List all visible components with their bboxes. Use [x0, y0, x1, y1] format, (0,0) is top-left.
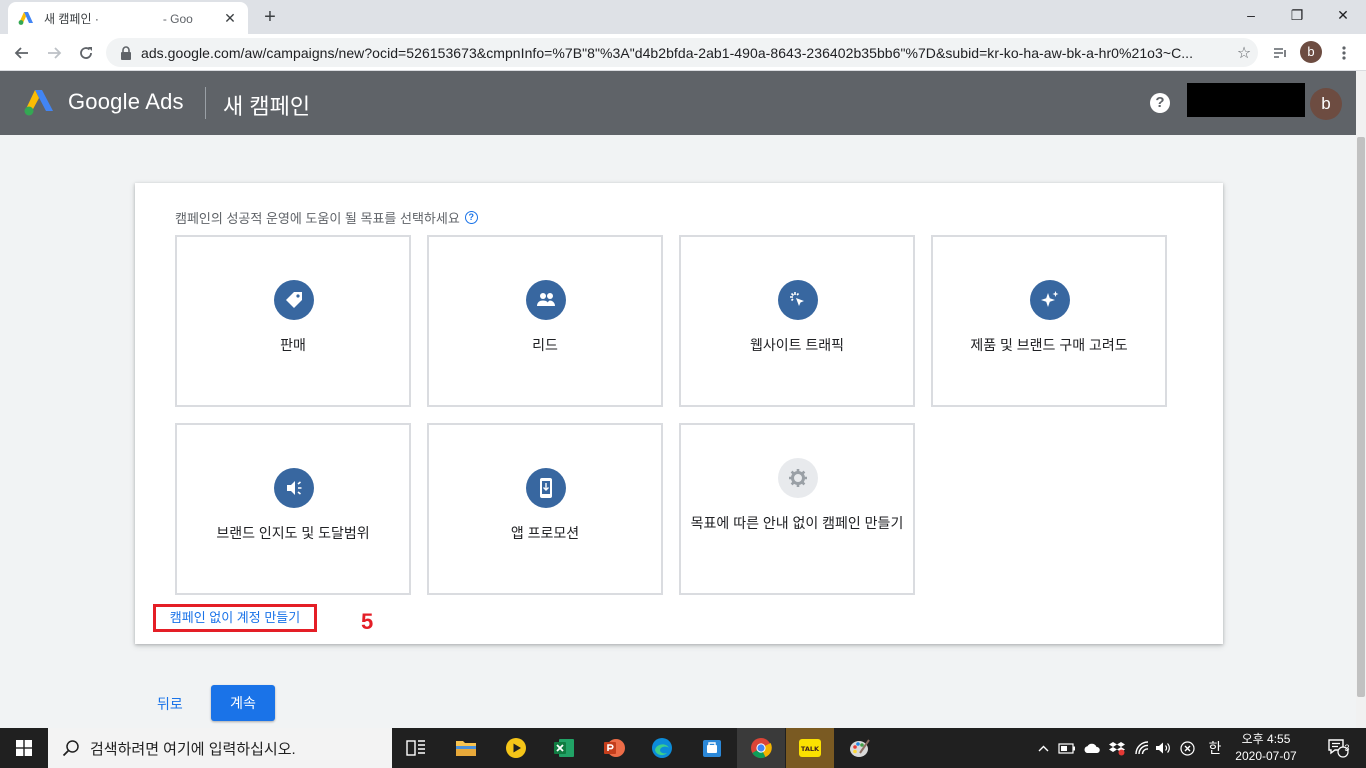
taskbar-clock[interactable]: 오후 4:55 2020-07-07: [1232, 731, 1300, 765]
google-ads-favicon-icon: [18, 12, 33, 25]
help-icon[interactable]: ?: [1150, 93, 1170, 113]
goal-label: 앱 프로모션: [510, 525, 580, 541]
media-queue-icon[interactable]: [1266, 39, 1294, 67]
taskbar-search-placeholder: 검색하려면 여기에 입력하십시오.: [90, 740, 296, 758]
wifi-icon[interactable]: [1132, 728, 1152, 768]
tag-icon: [274, 280, 314, 320]
store-app-icon[interactable]: [688, 728, 736, 768]
bookmark-star-icon[interactable]: ☆: [1230, 43, 1258, 63]
help-circle-icon[interactable]: ?: [464, 211, 478, 224]
profile-avatar[interactable]: b: [1300, 41, 1322, 63]
volume-icon[interactable]: [1154, 728, 1174, 768]
google-ads-logo-icon: [24, 90, 53, 116]
goal-no-guidance[interactable]: 목표에 따른 안내 없이 캠페인 만들기: [679, 423, 915, 595]
browser-tab[interactable]: 새 캠페인 · - Goo ✕: [8, 2, 248, 34]
gear-icon: [778, 458, 818, 498]
goal-label: 브랜드 인지도 및 도달범위: [216, 525, 370, 541]
restore-button[interactable]: ❐: [1274, 0, 1320, 30]
lock-icon: [121, 45, 131, 60]
window-close-button[interactable]: ✕: [1320, 0, 1366, 30]
svg-text:TALK: TALK: [801, 745, 820, 753]
goal-label: 목표에 따른 안내 없이 캠페인 만들기: [690, 515, 904, 531]
file-explorer-icon[interactable]: [442, 728, 490, 768]
scrollbar-thumb[interactable]: [1357, 137, 1365, 697]
goal-leads[interactable]: 리드: [427, 235, 663, 407]
cursor-click-icon: [778, 280, 818, 320]
page-title: 새 캠페인: [223, 94, 311, 119]
browser-toolbar: ads.google.com/aw/campaigns/new?ocid=526…: [0, 34, 1366, 71]
powerpoint-icon[interactable]: [590, 728, 638, 768]
excel-icon[interactable]: [540, 728, 588, 768]
windows-start-icon[interactable]: [0, 728, 48, 768]
tab-close-icon[interactable]: ✕: [222, 10, 238, 26]
goal-app-promotion[interactable]: 앱 프로모션: [427, 423, 663, 595]
clock-time: 오후 4:55: [1241, 732, 1291, 746]
create-account-without-campaign-link[interactable]: 캠페인 없이 계정 만들기: [153, 604, 317, 632]
chrome-icon[interactable]: [737, 728, 785, 768]
goal-selection-card: 캠페인의 성공적 운영에 도움이 될 목표를 선택하세요 ? 판매 리드 웹사이…: [135, 183, 1223, 644]
goal-label: 웹사이트 트래픽: [749, 337, 845, 353]
goal-label: 리드: [532, 337, 558, 353]
media-player-icon[interactable]: [492, 728, 540, 768]
forward-arrow-icon[interactable]: [40, 39, 68, 67]
task-view-icon[interactable]: [392, 728, 440, 768]
goal-brand-awareness[interactable]: 브랜드 인지도 및 도달범위: [175, 423, 411, 595]
browser-menu-icon[interactable]: [1330, 39, 1358, 67]
header-divider: [205, 87, 206, 119]
megaphone-icon: [274, 468, 314, 508]
goal-prompt-text: 캠페인의 성공적 운영에 도움이 될 목표를 선택하세요: [175, 211, 460, 226]
minimize-button[interactable]: –: [1228, 0, 1274, 30]
continue-button[interactable]: 계속: [211, 685, 275, 721]
goal-brand-consideration[interactable]: 제품 및 브랜드 구매 고려도: [931, 235, 1167, 407]
address-bar[interactable]: ads.google.com/aw/campaigns/new?ocid=526…: [106, 38, 1258, 67]
goal-website-traffic[interactable]: 웹사이트 트래픽: [679, 235, 915, 407]
notification-count: 3: [1344, 743, 1350, 753]
url-text: ads.google.com/aw/campaigns/new?ocid=526…: [141, 44, 1194, 61]
step-annotation: 5: [361, 609, 374, 634]
taskbar-search-box[interactable]: 검색하려면 여기에 입력하십시오.: [48, 728, 392, 768]
page-scrollbar[interactable]: [1356, 71, 1366, 728]
back-button[interactable]: 뒤로: [157, 694, 183, 714]
goal-sales[interactable]: 판매: [175, 235, 411, 407]
brand-name: Google Ads: [68, 89, 184, 114]
windows-taskbar: 검색하려면 여기에 입력하십시오. TALK 한 오후 4:55 2020-07…: [0, 728, 1366, 768]
redacted-account-info: [1187, 83, 1305, 117]
goal-prompt: 캠페인의 성공적 운영에 도움이 될 목표를 선택하세요 ?: [175, 208, 478, 227]
dropbox-icon[interactable]: [1106, 728, 1128, 768]
network-disconnected-icon[interactable]: [1177, 728, 1197, 768]
edge-browser-icon[interactable]: [638, 728, 686, 768]
people-icon: [526, 280, 566, 320]
account-avatar[interactable]: b: [1310, 88, 1342, 120]
browser-tabstrip: 새 캠페인 · - Goo ✕ + – ❐ ✕: [0, 0, 1366, 34]
notification-center-icon[interactable]: 3: [1318, 728, 1358, 768]
reload-icon[interactable]: [72, 39, 100, 67]
search-icon: [62, 740, 79, 757]
back-arrow-icon[interactable]: [8, 39, 36, 67]
battery-icon[interactable]: [1056, 728, 1078, 768]
tab-title: 새 캠페인 · - Goo: [44, 11, 193, 26]
ime-indicator[interactable]: 한: [1204, 728, 1226, 768]
goal-label: 판매: [280, 337, 306, 353]
tray-overflow-chevron-icon[interactable]: [1036, 728, 1050, 768]
new-tab-button[interactable]: +: [258, 5, 282, 29]
clock-date: 2020-07-07: [1235, 749, 1297, 763]
sparkle-icon: [1030, 280, 1070, 320]
kakaotalk-icon[interactable]: TALK: [786, 728, 834, 768]
onedrive-icon[interactable]: [1082, 728, 1102, 768]
phone-download-icon: [526, 468, 566, 508]
ads-header: Google Ads 새 캠페인 ? b: [0, 71, 1356, 135]
goal-label: 제품 및 브랜드 구매 고려도: [970, 337, 1128, 353]
paint-app-icon[interactable]: [836, 728, 884, 768]
